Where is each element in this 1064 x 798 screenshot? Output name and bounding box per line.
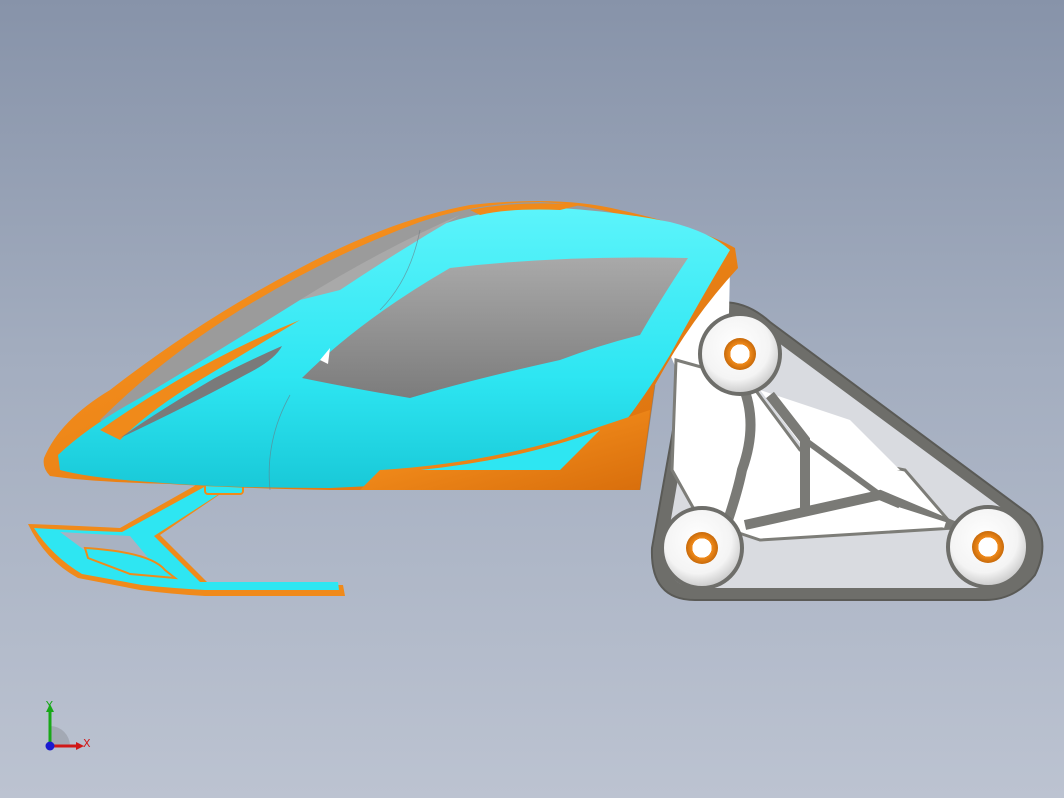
y-axis-label: Y xyxy=(46,699,53,712)
x-axis-label: X xyxy=(83,737,91,750)
cad-viewport[interactable]: Y X xyxy=(0,0,1064,798)
front-ski[interactable] xyxy=(28,480,345,596)
snowmobile-model[interactable] xyxy=(0,0,1064,798)
idler-wheel-front[interactable] xyxy=(660,506,744,590)
z-axis-icon xyxy=(45,741,55,751)
idler-wheel-rear[interactable] xyxy=(946,505,1030,589)
drive-wheel[interactable] xyxy=(698,312,782,396)
